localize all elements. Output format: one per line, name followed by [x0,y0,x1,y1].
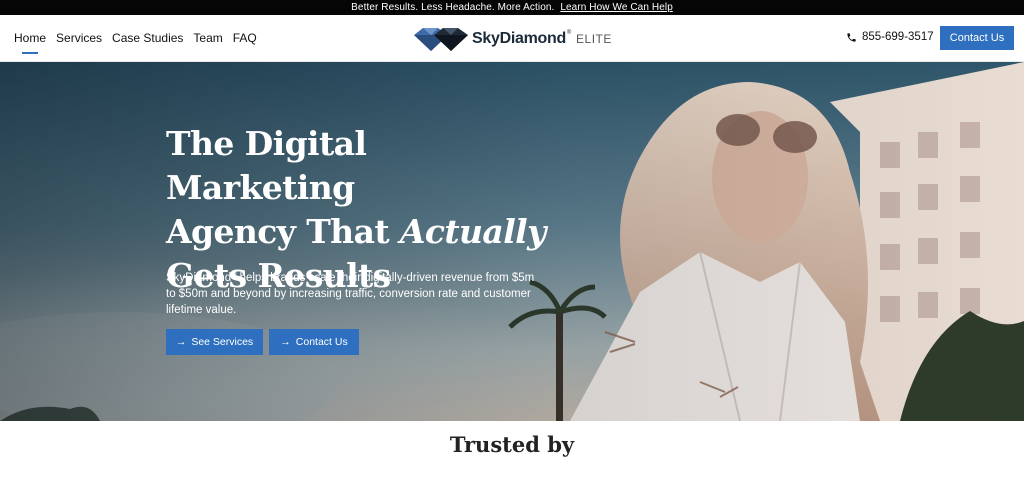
main-nav: Home Services Case Studies Team FAQ [14,31,257,54]
phone-number: 855-699-3517 [862,31,934,43]
arrow-right-icon: → [175,336,187,348]
phone-link[interactable]: 855-699-3517 [846,31,934,43]
trusted-by-heading: Trusted by [449,432,575,457]
phone-icon [847,32,856,42]
hero-section: The Digital Marketing Agency That Actual… [0,62,1024,421]
logo-brand: SkyDiamond® [472,30,572,47]
nav-case-studies[interactable]: Case Studies [112,31,183,45]
announcement-bar: Better Results. Less Headache. More Acti… [0,0,1024,15]
header-contact-button[interactable]: Contact Us [940,26,1014,50]
announcement-link[interactable]: Learn How We Can Help [560,2,673,13]
site-header: Home Services Case Studies Team FAQ SkyD… [0,15,1024,62]
nav-services[interactable]: Services [56,31,102,45]
site-logo[interactable]: SkyDiamond® ELITE [414,25,612,53]
nav-faq[interactable]: FAQ [233,31,257,45]
nav-home[interactable]: Home [14,31,46,54]
nav-team[interactable]: Team [193,31,222,45]
see-services-button[interactable]: → See Services [166,329,263,355]
arrow-right-icon: → [280,336,291,348]
diamond-logo-icon [414,28,468,51]
hero-contact-button[interactable]: → Contact Us [269,329,359,355]
hero-description: SkyDiamond® helps brands scale their dig… [166,271,535,316]
logo-suffix: ELITE [576,32,612,46]
announcement-text: Better Results. Less Headache. More Acti… [351,2,555,13]
